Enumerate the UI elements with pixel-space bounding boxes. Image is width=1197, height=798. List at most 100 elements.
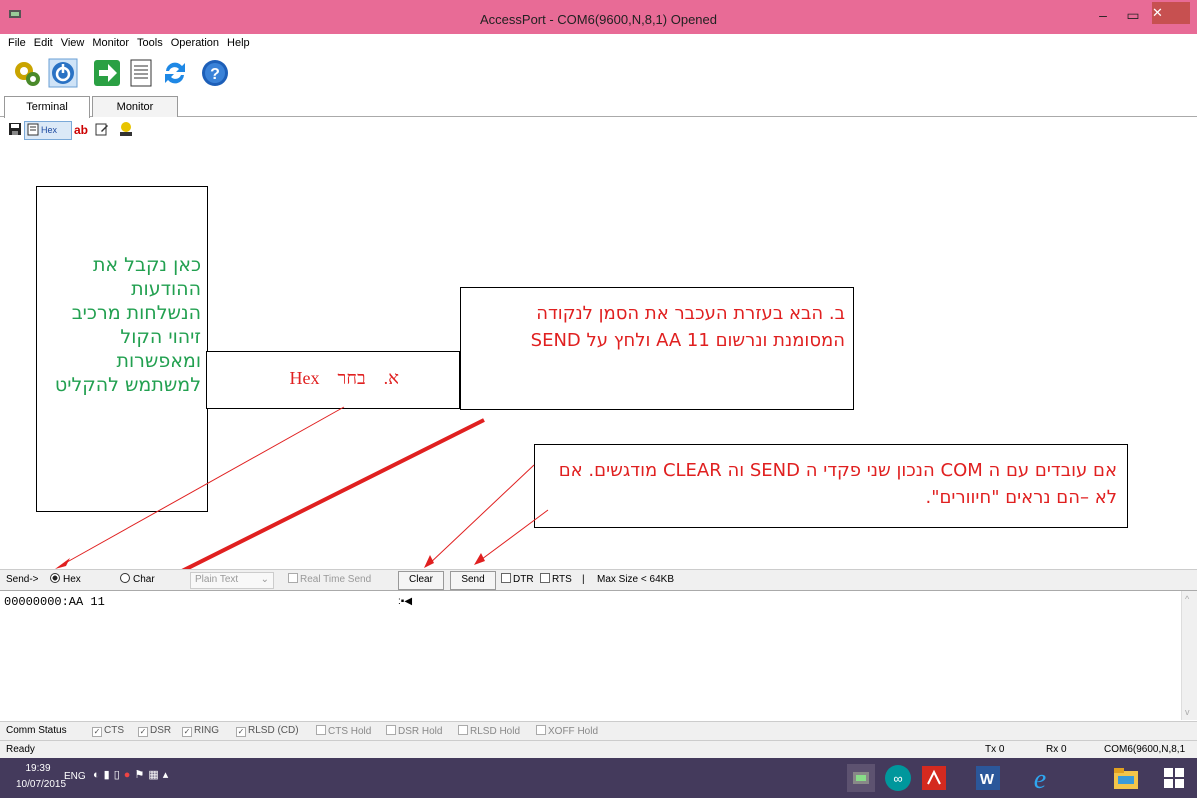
- main-toolbar: ?: [0, 53, 1197, 93]
- comm-status-item: RLSD Hold: [458, 725, 520, 737]
- format-select[interactable]: Plain Text ⌄: [190, 572, 274, 589]
- hex-view-icon[interactable]: [27, 123, 39, 136]
- tab-row: Terminal Monitor: [0, 94, 1197, 118]
- ie-taskbar-icon[interactable]: e: [1024, 762, 1056, 794]
- unchecked-icon: [536, 725, 546, 735]
- taskbar: 19:39 10/07/2015 ENG ◐▮▯●⚑▦▴ ∞ W e: [0, 758, 1197, 798]
- comm-status-item-label: RING: [194, 725, 219, 736]
- chevron-down-icon: ⌄: [260, 574, 269, 585]
- unchecked-icon: [386, 725, 396, 735]
- status-tx: Tx 0: [985, 744, 1005, 755]
- svg-text:?: ?: [210, 66, 220, 83]
- refresh-icon[interactable]: [160, 58, 190, 88]
- hex-radio[interactable]: Hex: [50, 573, 81, 587]
- scroll-down-icon[interactable]: v: [1185, 707, 1190, 717]
- network-icon[interactable]: ▯: [114, 769, 124, 781]
- char-radio-label: Char: [133, 574, 155, 585]
- crlf-icon[interactable]: [118, 121, 134, 137]
- comm-status-item: DSR Hold: [386, 725, 442, 737]
- checked-icon: ✓: [92, 727, 102, 737]
- chevron-up-icon[interactable]: ▴: [163, 769, 173, 781]
- text-cursor: :▪◀: [398, 596, 413, 607]
- status-ready: Ready: [6, 744, 35, 755]
- menu-operation[interactable]: Operation: [167, 34, 223, 53]
- hex-radio-label: Hex: [63, 574, 81, 585]
- scroll-up-icon[interactable]: ^: [1185, 594, 1189, 604]
- comm-status-item-label: CTS: [104, 725, 124, 736]
- save-icon[interactable]: [8, 122, 22, 136]
- enter-icon[interactable]: [92, 58, 122, 88]
- comm-status-item-label: RLSD (CD): [248, 725, 299, 736]
- menu-help[interactable]: Help: [223, 34, 254, 53]
- volume-icon[interactable]: ◐: [93, 769, 104, 781]
- checked-icon: ✓: [182, 727, 192, 737]
- send-button[interactable]: Send: [450, 571, 496, 590]
- comm-status-item: ✓ RING: [182, 725, 219, 737]
- maximize-button[interactable]: ▭: [1118, 4, 1148, 26]
- annotation-receive-box: כאן נקבל את ההודעות הנשלחות מרכיב זיהוי …: [36, 186, 208, 512]
- arduino-taskbar-icon[interactable]: ∞: [882, 762, 914, 794]
- tab-monitor[interactable]: Monitor: [92, 96, 178, 117]
- dtr-checkbox[interactable]: DTR: [501, 573, 534, 587]
- realtime-send-checkbox[interactable]: Real Time Send: [288, 573, 371, 587]
- char-radio[interactable]: Char: [120, 573, 155, 587]
- rts-label: RTS: [552, 574, 572, 585]
- menu-bar: File Edit View Monitor Tools Operation Help: [0, 34, 1197, 53]
- comm-status-item-label: CTS Hold: [328, 726, 372, 737]
- dtr-label: DTR: [513, 574, 534, 585]
- unchecked-icon: [458, 725, 468, 735]
- annotation-receive-text: כאן נקבל את ההודעות הנשלחות מרכיב זיהוי …: [54, 254, 201, 396]
- comm-status-label: Comm Status: [6, 725, 67, 736]
- acrobat-taskbar-icon[interactable]: [918, 762, 950, 794]
- clear-button[interactable]: Clear: [398, 571, 444, 590]
- realtime-send-label: Real Time Send: [300, 574, 372, 585]
- menu-view[interactable]: View: [57, 34, 89, 53]
- hex-mode-label[interactable]: Hex: [41, 122, 57, 138]
- edit-icon[interactable]: [95, 122, 109, 136]
- comm-status-item-label: DSR: [150, 725, 172, 736]
- rts-checkbox[interactable]: RTS: [540, 573, 572, 587]
- title-bar: AccessPort - COM6(9600,N,8,1) Opened – ▭…: [0, 0, 1197, 34]
- help-icon[interactable]: ?: [200, 58, 230, 88]
- taskbar-clock[interactable]: 19:39 10/07/2015: [16, 761, 66, 793]
- minimize-button[interactable]: –: [1088, 4, 1118, 26]
- chrome-icon[interactable]: ●: [124, 769, 135, 781]
- power-icon[interactable]: [48, 58, 78, 88]
- comm-status-bar: Comm Status ✓ CTS ✓ DSR ✓ RING ✓ RLSD (CD) CTS H…: [0, 721, 1197, 740]
- menu-file[interactable]: File: [0, 34, 30, 53]
- close-button[interactable]: ✕: [1152, 2, 1190, 24]
- comm-status-item: ✓ DSR: [138, 725, 171, 737]
- ab-mode-label[interactable]: ab: [74, 122, 88, 138]
- vertical-scrollbar[interactable]: ^ v: [1181, 591, 1197, 720]
- word-taskbar-icon[interactable]: W: [972, 762, 1004, 794]
- menu-monitor[interactable]: Monitor: [88, 34, 133, 53]
- comm-status-item-label: DSR Hold: [398, 726, 443, 737]
- file-explorer-taskbar-icon[interactable]: [1110, 762, 1142, 794]
- comm-status-item: XOFF Hold: [536, 725, 598, 737]
- annotation-a-box: א. בחר Hex: [206, 351, 460, 409]
- unchecked-icon: [316, 725, 326, 735]
- tab-terminal[interactable]: Terminal: [4, 96, 90, 118]
- status-rx: Rx 0: [1046, 744, 1067, 755]
- signal-icon[interactable]: ▮: [104, 769, 114, 781]
- menu-tools[interactable]: Tools: [133, 34, 167, 53]
- status-bar: Ready Tx 0 Rx 0 COM6(9600,N,8,1: [0, 740, 1197, 759]
- windows-start-icon[interactable]: [1158, 762, 1190, 794]
- comm-status-item-label: RLSD Hold: [470, 726, 521, 737]
- language-indicator[interactable]: ENG: [64, 771, 86, 782]
- checked-icon: ✓: [138, 727, 148, 737]
- menu-edit[interactable]: Edit: [30, 34, 57, 53]
- document-icon[interactable]: [126, 58, 156, 88]
- accessport-taskbar-icon[interactable]: [845, 762, 877, 794]
- keyboard-icon[interactable]: ▦: [148, 769, 162, 781]
- annotation-c-box: אם עובדים עם ה COM הנכון שני פקדי ה SEND…: [534, 444, 1128, 528]
- flag-icon[interactable]: ⚑: [134, 769, 148, 781]
- send-text-area[interactable]: 00000000:AA 11 :▪◀: [0, 590, 1197, 721]
- svg-text:W: W: [980, 771, 995, 788]
- gears-icon[interactable]: [12, 58, 42, 88]
- max-size-label: Max Size < 64KB: [597, 574, 674, 585]
- tray-icons[interactable]: ◐▮▯●⚑▦▴: [93, 768, 172, 781]
- separator: |: [582, 574, 585, 585]
- window-title: AccessPort - COM6(9600,N,8,1) Opened: [480, 12, 717, 27]
- terminal-toolbar: Hex ab: [0, 118, 1197, 148]
